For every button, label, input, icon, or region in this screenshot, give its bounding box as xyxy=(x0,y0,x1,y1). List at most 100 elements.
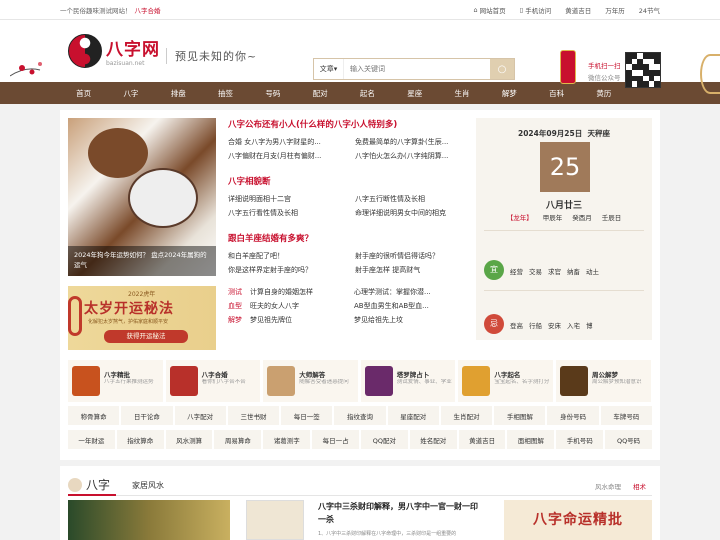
nav-constellation[interactable]: 星座 xyxy=(391,88,438,99)
quick-link[interactable]: 车牌号码 xyxy=(600,406,652,425)
quick-link[interactable]: 指纹算命 xyxy=(116,430,164,449)
quick-link[interactable]: QQ号码 xyxy=(605,430,652,449)
calendar-day: 25 xyxy=(540,142,590,192)
banner-cta-button[interactable]: 获得开运秘法 xyxy=(104,330,188,343)
solar-terms-link[interactable]: 24节气 xyxy=(639,5,660,15)
nav-naming[interactable]: 起名 xyxy=(344,88,391,99)
quick-link[interactable]: 八字配对 xyxy=(174,406,226,425)
section-title[interactable]: 八字公布还有小人(什么样的八字小人特别多) xyxy=(228,118,466,130)
article-link[interactable]: 梦见祖先牌位 xyxy=(250,313,340,327)
article-thumbnail[interactable] xyxy=(246,500,304,540)
search-button[interactable]: ○ xyxy=(490,59,514,79)
quick-link[interactable]: 日干论命 xyxy=(121,406,173,425)
nav-almanac[interactable]: 黄历 xyxy=(580,88,627,99)
article-link[interactable]: 命理详细说明男女中间的相克 xyxy=(355,206,466,220)
search-icon: ○ xyxy=(497,63,507,75)
article-link[interactable]: 和白羊座配了吧！ xyxy=(228,249,339,263)
quick-links-row1: 称骨算命 日干论命 八字配对 三世书财 每日一签 指纹查询 星座配对 生肖配对 … xyxy=(68,406,652,425)
tool-card[interactable]: 塔罗牌占卜 测试爱情、事业、学业 xyxy=(360,360,456,402)
article-link[interactable]: 心理学测试：掌握你潜... xyxy=(354,285,465,299)
hero-caption[interactable]: 2024年狗今年运势如何？ 盘点2024年属狗的运气 xyxy=(68,246,216,276)
quick-link[interactable]: 身份号码 xyxy=(547,406,599,425)
tool-card[interactable]: 八字精批 八字五行果推测运势 xyxy=(68,360,163,402)
nav-paipan[interactable]: 排盘 xyxy=(155,88,202,99)
article-link[interactable]: 你是这样界定射手座的吗？ xyxy=(228,263,339,277)
article-link[interactable]: 八字怕火怎么办(八字纯阴算... xyxy=(355,149,466,163)
calendar-link[interactable]: 万年历 xyxy=(605,5,625,15)
search-type-select[interactable]: 文章 ▾ xyxy=(314,59,344,79)
quick-link[interactable]: 三世书财 xyxy=(227,406,280,425)
quick-link[interactable]: 每日一占 xyxy=(312,430,359,449)
search-bar: 文章 ▾ ○ xyxy=(313,58,515,80)
section-title[interactable]: 跟白羊座结婚有多爽？ xyxy=(228,232,466,244)
more-link[interactable]: 相术 xyxy=(633,481,646,491)
tool-card[interactable]: 八字起名 宝宝起名、名字测打分 xyxy=(458,360,553,402)
site-slogan: 一个民俗趣味测试网站！ 八字合婚 xyxy=(60,6,161,15)
article-title[interactable]: 八字中三杀财印解释，男八字中一官一财一印一杀 xyxy=(318,500,484,526)
article-link[interactable]: 射手座的很听情侣得话吗？ xyxy=(355,249,466,263)
nav-wiki[interactable]: 百科 xyxy=(533,88,580,99)
article-link[interactable]: 免费最简单的八字算卦(生辰... xyxy=(355,135,466,149)
more-link[interactable]: 风水命理 xyxy=(595,481,621,491)
tool-card[interactable]: 八字合婚 看你们八字合不合 xyxy=(165,360,261,402)
jingpi-ad-banner[interactable]: 八字命运精批 xyxy=(504,500,652,540)
mobile-link[interactable]: ▯ 手机访问 xyxy=(520,5,552,15)
quick-link[interactable]: 称骨算命 xyxy=(68,406,120,425)
article-link[interactable]: 八字五行断性情及长相 xyxy=(355,192,466,206)
nav-dream[interactable]: 解梦 xyxy=(486,88,533,99)
quick-link[interactable]: 一年财运 xyxy=(68,430,115,449)
quick-link[interactable]: 手机号码 xyxy=(556,430,604,449)
tab-bazi[interactable]: 八字 xyxy=(68,476,117,496)
category-label[interactable]: 测试 xyxy=(228,285,250,299)
main-content: 2024年狗今年运势如何？ 盘点2024年属狗的运气 2022虎年 太岁开运秘法… xyxy=(60,110,660,460)
taisui-banner[interactable]: 2022虎年 太岁开运秘法 化解犯太岁煞气，护佑家庭和顺平安 获得开运秘法 xyxy=(68,286,216,350)
article-link[interactable]: AB型血男生和AB型血... xyxy=(354,299,465,313)
quick-link[interactable]: 手相图解 xyxy=(494,406,546,425)
quick-link[interactable]: 周易算命 xyxy=(214,430,262,449)
quick-link[interactable]: 每日一签 xyxy=(281,406,333,425)
quick-link[interactable]: 星座配对 xyxy=(387,406,439,425)
category-label[interactable]: 解梦 xyxy=(228,313,250,327)
nav-match[interactable]: 配对 xyxy=(296,88,343,99)
article-link[interactable]: 射手座怎样 提高财气 xyxy=(355,263,466,277)
article-link[interactable]: 八字偏财在月支(月柱有偏财... xyxy=(228,149,339,163)
huangdao-link[interactable]: 黄道吉日 xyxy=(565,5,591,15)
tab-fengshui[interactable]: 家居风水 xyxy=(132,480,164,491)
quick-link[interactable]: 姓名配对 xyxy=(409,430,457,449)
quick-link[interactable]: QQ配对 xyxy=(360,430,408,449)
quick-link[interactable]: 黄道吉日 xyxy=(458,430,506,449)
home-link[interactable]: ⌂ 网站首页 xyxy=(474,5,506,15)
header: 八字网 bazisuan.net 预见未知的你~ 文章 ▾ ○ 手机扫一扫微信公… xyxy=(0,20,720,94)
article-link[interactable]: 梦见给祖先上坟 xyxy=(354,313,465,327)
quick-link[interactable]: 风水测算 xyxy=(165,430,213,449)
divider xyxy=(484,230,644,231)
section-title[interactable]: 八字相貌断 xyxy=(228,175,466,187)
tool-card[interactable]: 大师解答 随解答受者迷惑提问 xyxy=(263,360,358,402)
tool-card[interactable]: 周公解梦 周公解梦预知潜意识 xyxy=(555,360,651,402)
slogan-link[interactable]: 八字合婚 xyxy=(135,7,161,15)
quick-link[interactable]: 指纹查询 xyxy=(334,406,386,425)
nav-zodiac[interactable]: 生肖 xyxy=(438,88,485,99)
category-label[interactable]: 血型 xyxy=(228,299,250,313)
article-link[interactable]: 计算自身的婚姻怎样 xyxy=(250,285,340,299)
quick-link[interactable]: 诸葛测字 xyxy=(263,430,311,449)
site-logo[interactable]: 八字网 bazisuan.net xyxy=(68,34,160,68)
quick-link[interactable]: 生肖配对 xyxy=(440,406,493,425)
main-nav: 首页 八字 排盘 抽签 号码 配对 起名 星座 生肖 解梦 百科 黄历 xyxy=(0,82,720,104)
nav-chouqian[interactable]: 抽签 xyxy=(202,88,249,99)
almanac-card[interactable]: 2024年09月25日 天秤座 25 八月廿三 【龙年】 甲辰年 癸酉月 壬辰日 宜 … xyxy=(476,118,652,340)
nav-number[interactable]: 号码 xyxy=(249,88,296,99)
search-input[interactable] xyxy=(344,59,490,79)
quick-link[interactable]: 面相图解 xyxy=(507,430,555,449)
top-bar: 一个民俗趣味测试网站！ 八字合婚 ⌂ 网站首页 ▯ 手机访问 黄道吉日 万年历 24节… xyxy=(0,0,720,20)
logo-domain: bazisuan.net xyxy=(106,60,145,67)
nav-bazi[interactable]: 八字 xyxy=(107,88,154,99)
hero-image[interactable]: 2024年狗今年运势如何？ 盘点2024年属狗的运气 xyxy=(68,118,216,276)
article-image[interactable] xyxy=(68,500,230,540)
nav-home[interactable]: 首页 xyxy=(60,88,107,99)
article-link[interactable]: 详细说明面相十二宫 xyxy=(228,192,339,206)
article-link[interactable]: 合婚 女八字为男八字财星的... xyxy=(228,135,339,149)
article-link[interactable]: 八字五行看性情及长相 xyxy=(228,206,339,220)
yinyang-icon xyxy=(68,34,102,68)
article-link[interactable]: 旺夫的女人八字 xyxy=(250,299,340,313)
